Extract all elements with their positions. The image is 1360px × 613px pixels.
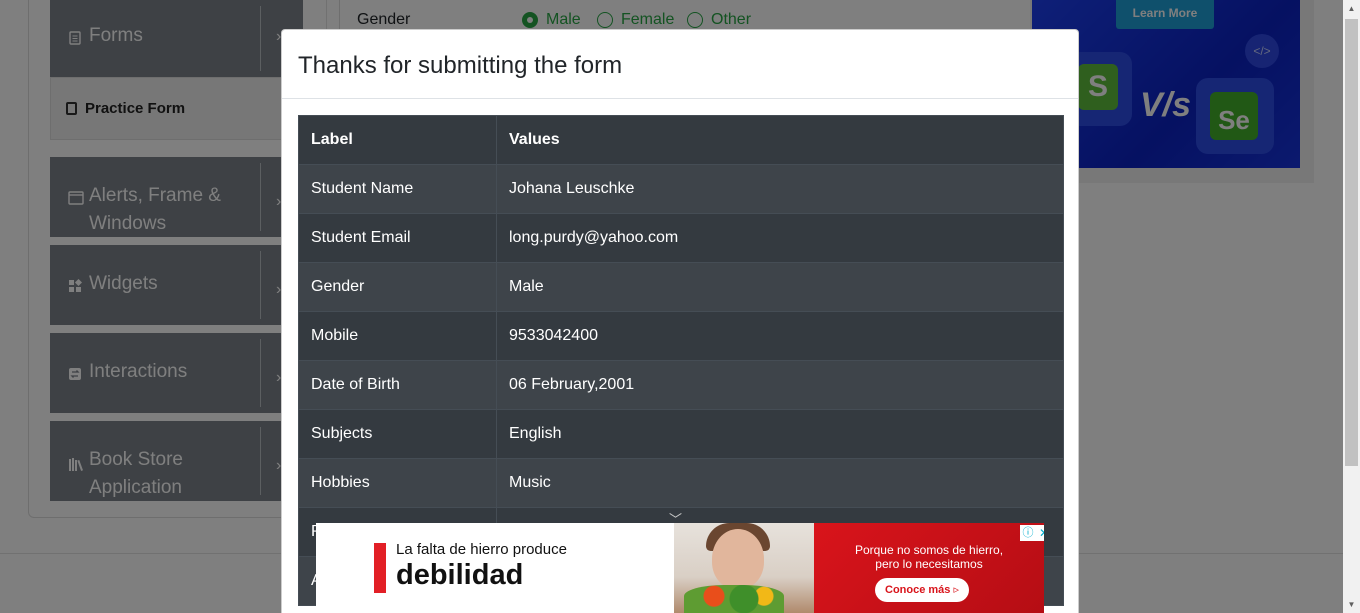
table-row: Hobbies Music (298, 458, 1064, 508)
row-label: Gender (298, 262, 497, 312)
table-row: Gender Male (298, 262, 1064, 312)
table-row: Date of Birth 06 February,2001 (298, 360, 1064, 410)
column-header-label: Label (298, 115, 497, 165)
ad-text-panel: La falta de hierro produce debilidad (316, 523, 676, 613)
table-row: Student Email long.purdy@yahoo.com (298, 213, 1064, 263)
row-label: Student Email (298, 213, 497, 263)
ad-cta-panel: Porque no somos de hierro, pero lo neces… (814, 523, 1044, 613)
scrollbar-thumb[interactable] (1345, 19, 1358, 466)
row-value: Music (496, 458, 1064, 508)
ad-headline-emphasis: debilidad (396, 559, 524, 591)
ad-info-icon[interactable]: ⓘ (1020, 525, 1036, 541)
bottom-ad-banner[interactable]: La falta de hierro produce debilidad Por… (316, 523, 1044, 613)
column-header-values: Values (496, 115, 1064, 165)
ad-cta-button[interactable]: Conoce más ▹ (875, 578, 969, 602)
ad-close-icon[interactable]: ✕ (1036, 525, 1044, 541)
row-label: Hobbies (298, 458, 497, 508)
ad-headline: La falta de hierro produce (396, 541, 567, 558)
table-row: Student Name Johana Leuschke (298, 164, 1064, 214)
row-value: Male (496, 262, 1064, 312)
row-value: 06 February,2001 (496, 360, 1064, 410)
row-value: Johana Leuschke (496, 164, 1064, 214)
modal-header: Thanks for submitting the form (282, 30, 1078, 99)
table-header-row: Label Values (298, 115, 1064, 165)
table-row: Subjects English (298, 409, 1064, 459)
scroll-up-arrow-icon[interactable]: ▲ (1343, 0, 1360, 17)
ad-photo-vegetables (684, 585, 784, 613)
row-value: English (496, 409, 1064, 459)
scroll-down-arrow-icon[interactable]: ▼ (1343, 596, 1360, 613)
row-label: Student Name (298, 164, 497, 214)
table-row: Mobile 9533042400 (298, 311, 1064, 361)
row-label: Mobile (298, 311, 497, 361)
row-label: Date of Birth (298, 360, 497, 410)
ad-accent-bar (374, 543, 386, 593)
ad-tagline-2: pero lo necesitamos (875, 557, 983, 571)
ad-tagline: Porque no somos de hierro, (854, 543, 1004, 557)
modal-title: Thanks for submitting the form (298, 52, 623, 79)
row-value: 9533042400 (496, 311, 1064, 361)
row-label: Subjects (298, 409, 497, 459)
row-value: long.purdy@yahoo.com (496, 213, 1064, 263)
ad-photo-face (712, 529, 764, 589)
